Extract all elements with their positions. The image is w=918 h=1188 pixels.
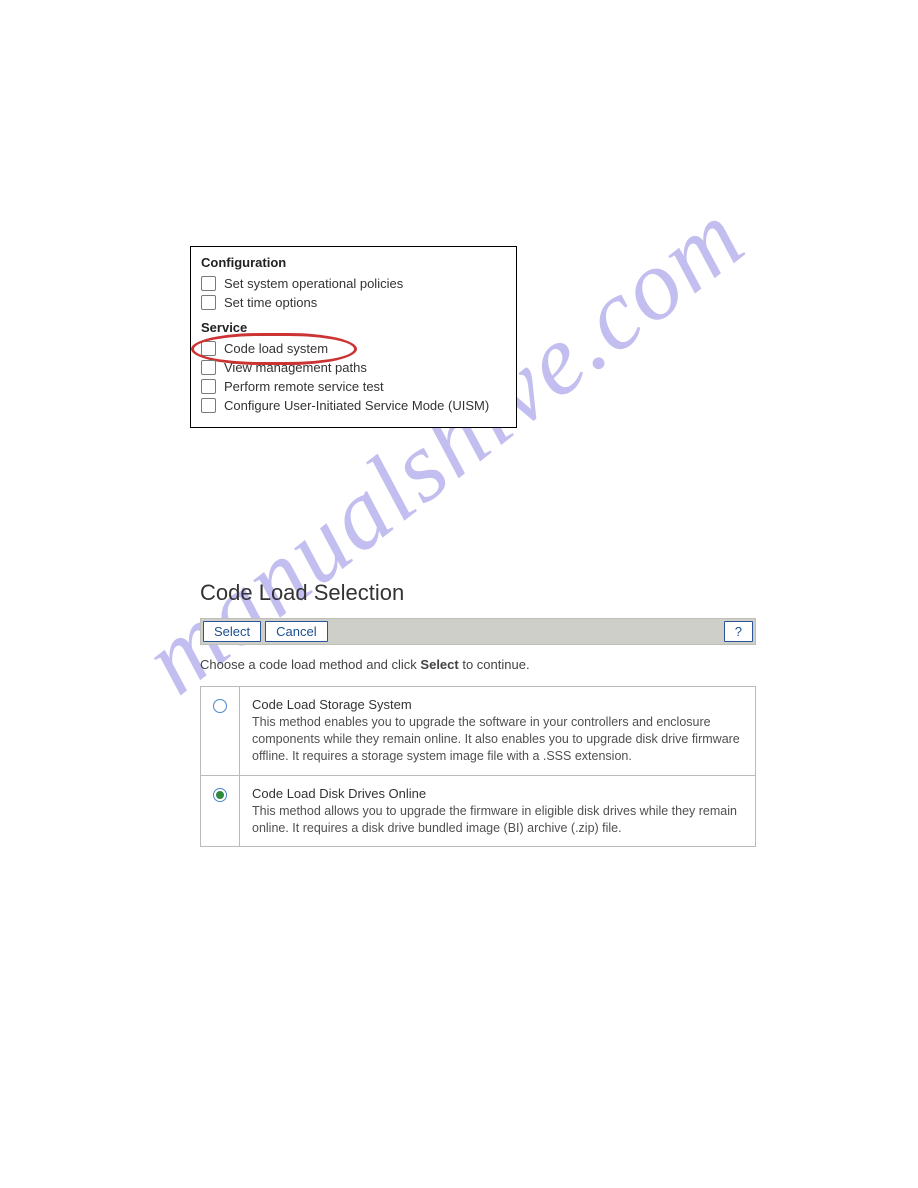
service-item-label: View management paths: [224, 360, 367, 375]
page-title: Code Load Selection: [200, 580, 756, 606]
option-content: Code Load Storage System This method ena…: [240, 687, 756, 776]
config-item-label: Set time options: [224, 295, 317, 310]
option-title: Code Load Storage System: [252, 697, 743, 712]
checkbox-icon[interactable]: [201, 276, 216, 291]
select-button[interactable]: Select: [203, 621, 261, 642]
instructions-text: Choose a code load method and click Sele…: [200, 657, 756, 672]
help-button[interactable]: ?: [724, 621, 753, 642]
radio-option-storage-system[interactable]: [213, 699, 227, 713]
service-item-label: Configure User-Initiated Service Mode (U…: [224, 398, 489, 413]
radio-option-disk-drives-online[interactable]: [213, 788, 227, 802]
table-row: Code Load Disk Drives Online This method…: [201, 775, 756, 847]
option-description: This method allows you to upgrade the fi…: [252, 803, 743, 837]
checkbox-icon[interactable]: [201, 398, 216, 413]
configuration-service-panel: Configuration Set system operational pol…: [190, 246, 517, 428]
toolbar: Select Cancel ?: [200, 618, 756, 645]
checkbox-icon[interactable]: [201, 295, 216, 310]
option-title: Code Load Disk Drives Online: [252, 786, 743, 801]
instructions-prefix: Choose a code load method and click: [200, 657, 420, 672]
table-row: Code Load Storage System This method ena…: [201, 687, 756, 776]
service-item-code-load-system[interactable]: Code load system: [201, 341, 506, 356]
config-item[interactable]: Set time options: [201, 295, 506, 310]
config-item-label: Set system operational policies: [224, 276, 403, 291]
service-heading: Service: [201, 320, 506, 335]
cancel-button[interactable]: Cancel: [265, 621, 327, 642]
service-item[interactable]: View management paths: [201, 360, 506, 375]
service-item-label: Code load system: [224, 341, 328, 356]
checkbox-icon[interactable]: [201, 379, 216, 394]
option-content: Code Load Disk Drives Online This method…: [240, 775, 756, 847]
service-item-label: Perform remote service test: [224, 379, 384, 394]
config-item[interactable]: Set system operational policies: [201, 276, 506, 291]
checkbox-icon[interactable]: [201, 360, 216, 375]
configuration-heading: Configuration: [201, 255, 506, 270]
radio-cell: [201, 687, 240, 776]
code-load-selection-panel: Code Load Selection Select Cancel ? Choo…: [200, 580, 756, 847]
instructions-suffix: to continue.: [459, 657, 530, 672]
service-item[interactable]: Configure User-Initiated Service Mode (U…: [201, 398, 506, 413]
option-description: This method enables you to upgrade the s…: [252, 714, 743, 765]
service-item[interactable]: Perform remote service test: [201, 379, 506, 394]
radio-cell: [201, 775, 240, 847]
options-table: Code Load Storage System This method ena…: [200, 686, 756, 847]
instructions-bold: Select: [420, 657, 458, 672]
checkbox-icon[interactable]: [201, 341, 216, 356]
